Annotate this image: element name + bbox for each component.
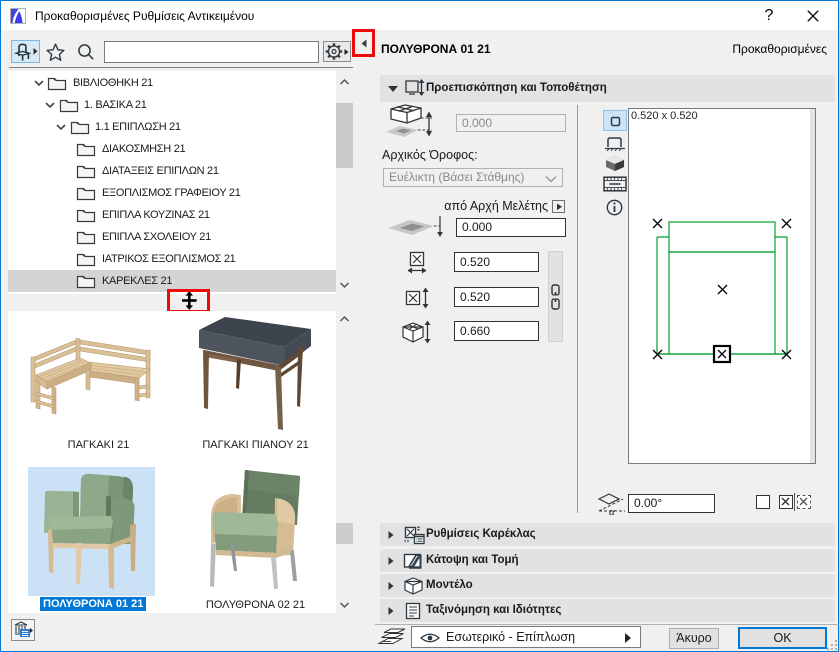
svg-text:α: α: [609, 506, 615, 516]
